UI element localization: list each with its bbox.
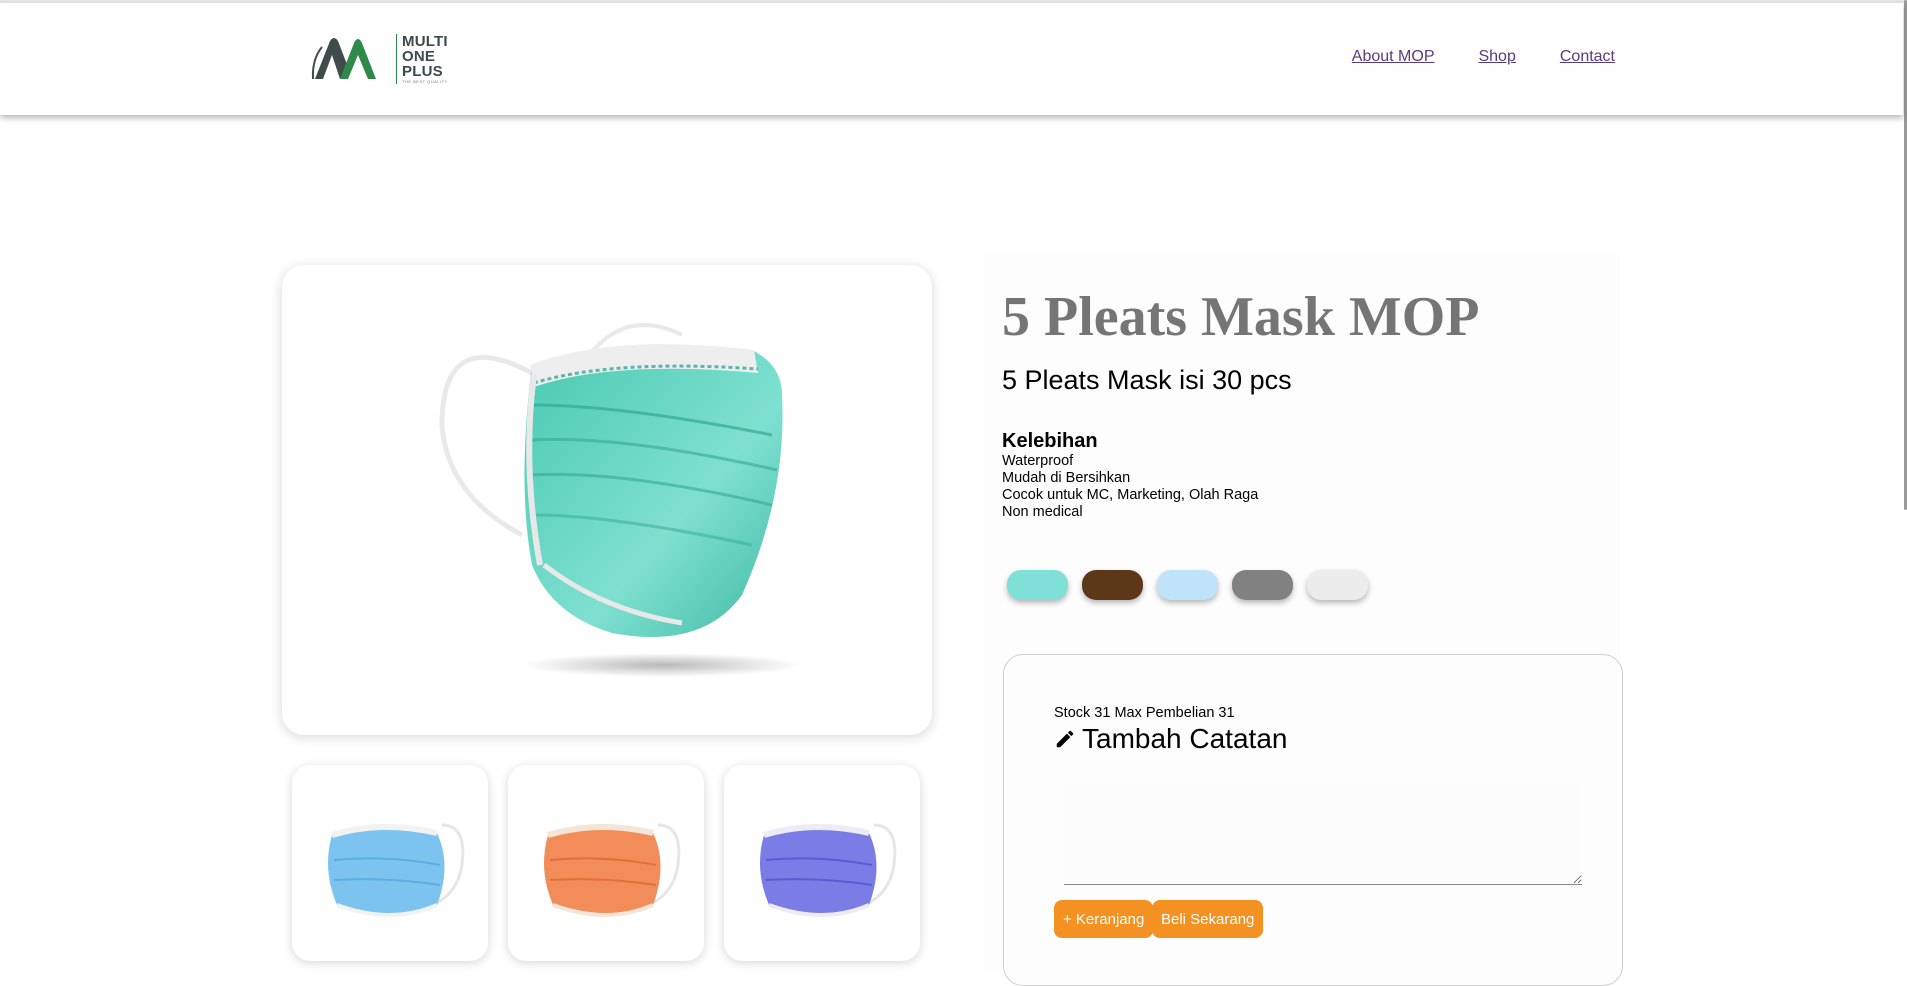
- buy-now-button[interactable]: Beli Sekarang: [1152, 900, 1264, 938]
- swatch-teal[interactable]: [1007, 570, 1068, 600]
- logo[interactable]: MULTI ONE PLUS THE BEST QUALITY: [310, 31, 450, 87]
- thumbnail-light-blue[interactable]: [292, 765, 488, 961]
- feature-item: Mudah di Bersihkan: [1002, 470, 1131, 486]
- note-textarea[interactable]: [1064, 785, 1582, 885]
- logo-line-2: ONE: [402, 48, 436, 65]
- product-title: 5 Pleats Mask MOP: [1002, 286, 1480, 348]
- teal-mask-image: [439, 323, 802, 677]
- nav-link-contact[interactable]: Contact: [1560, 48, 1615, 66]
- logo-wordmark: MULTI ONE PLUS THE BEST QUALITY: [396, 34, 448, 84]
- feature-item: Non medical: [1002, 504, 1083, 520]
- light-blue-mask: [328, 823, 465, 917]
- purchase-box: Stock 31 Max Pembelian 31 Tambah Catatan…: [1003, 654, 1623, 986]
- logo-mark-icon: [311, 38, 376, 80]
- navbar: MULTI ONE PLUS THE BEST QUALITY About MO…: [0, 3, 1903, 115]
- swatch-light-blue[interactable]: [1157, 570, 1218, 600]
- logo-line-3: PLUS: [402, 63, 443, 80]
- product-subtitle: 5 Pleats Mask isi 30 pcs: [1002, 365, 1292, 395]
- swatch-brown[interactable]: [1082, 570, 1143, 600]
- thumbnail-orange[interactable]: [508, 765, 704, 961]
- purple-blue-mask: [760, 823, 897, 917]
- nav-link-about[interactable]: About MOP: [1352, 48, 1435, 66]
- stock-info: Stock 31 Max Pembelian 31: [1054, 705, 1235, 721]
- add-to-cart-button[interactable]: + Keranjang: [1054, 900, 1154, 938]
- logo-tagline: THE BEST QUALITY: [402, 79, 448, 84]
- note-heading: Tambah Catatan: [1054, 723, 1287, 755]
- product-info: 5 Pleats Mask MOP 5 Pleats Mask isi 30 p…: [985, 255, 1623, 986]
- color-swatches: [1007, 570, 1368, 600]
- pencil-icon: [1056, 730, 1074, 748]
- features-list: Waterproof Mudah di Bersihkan Cocok untu…: [1002, 453, 1258, 521]
- orange-mask: [544, 823, 681, 917]
- features-heading: Kelebihan: [1002, 430, 1098, 452]
- thumbnail-purple-blue[interactable]: [724, 765, 920, 961]
- main-product-image[interactable]: [282, 265, 932, 735]
- main-nav: About MOP Shop Contact: [1352, 48, 1615, 66]
- note-heading-label: Tambah Catatan: [1082, 723, 1288, 754]
- swatch-white[interactable]: [1307, 570, 1368, 600]
- swatch-gray[interactable]: [1232, 570, 1293, 600]
- nav-link-shop[interactable]: Shop: [1478, 48, 1515, 66]
- feature-item: Waterproof: [1002, 453, 1074, 469]
- feature-item: Cocok untuk MC, Marketing, Olah Raga: [1002, 487, 1259, 503]
- logo-line-1: MULTI: [402, 33, 448, 50]
